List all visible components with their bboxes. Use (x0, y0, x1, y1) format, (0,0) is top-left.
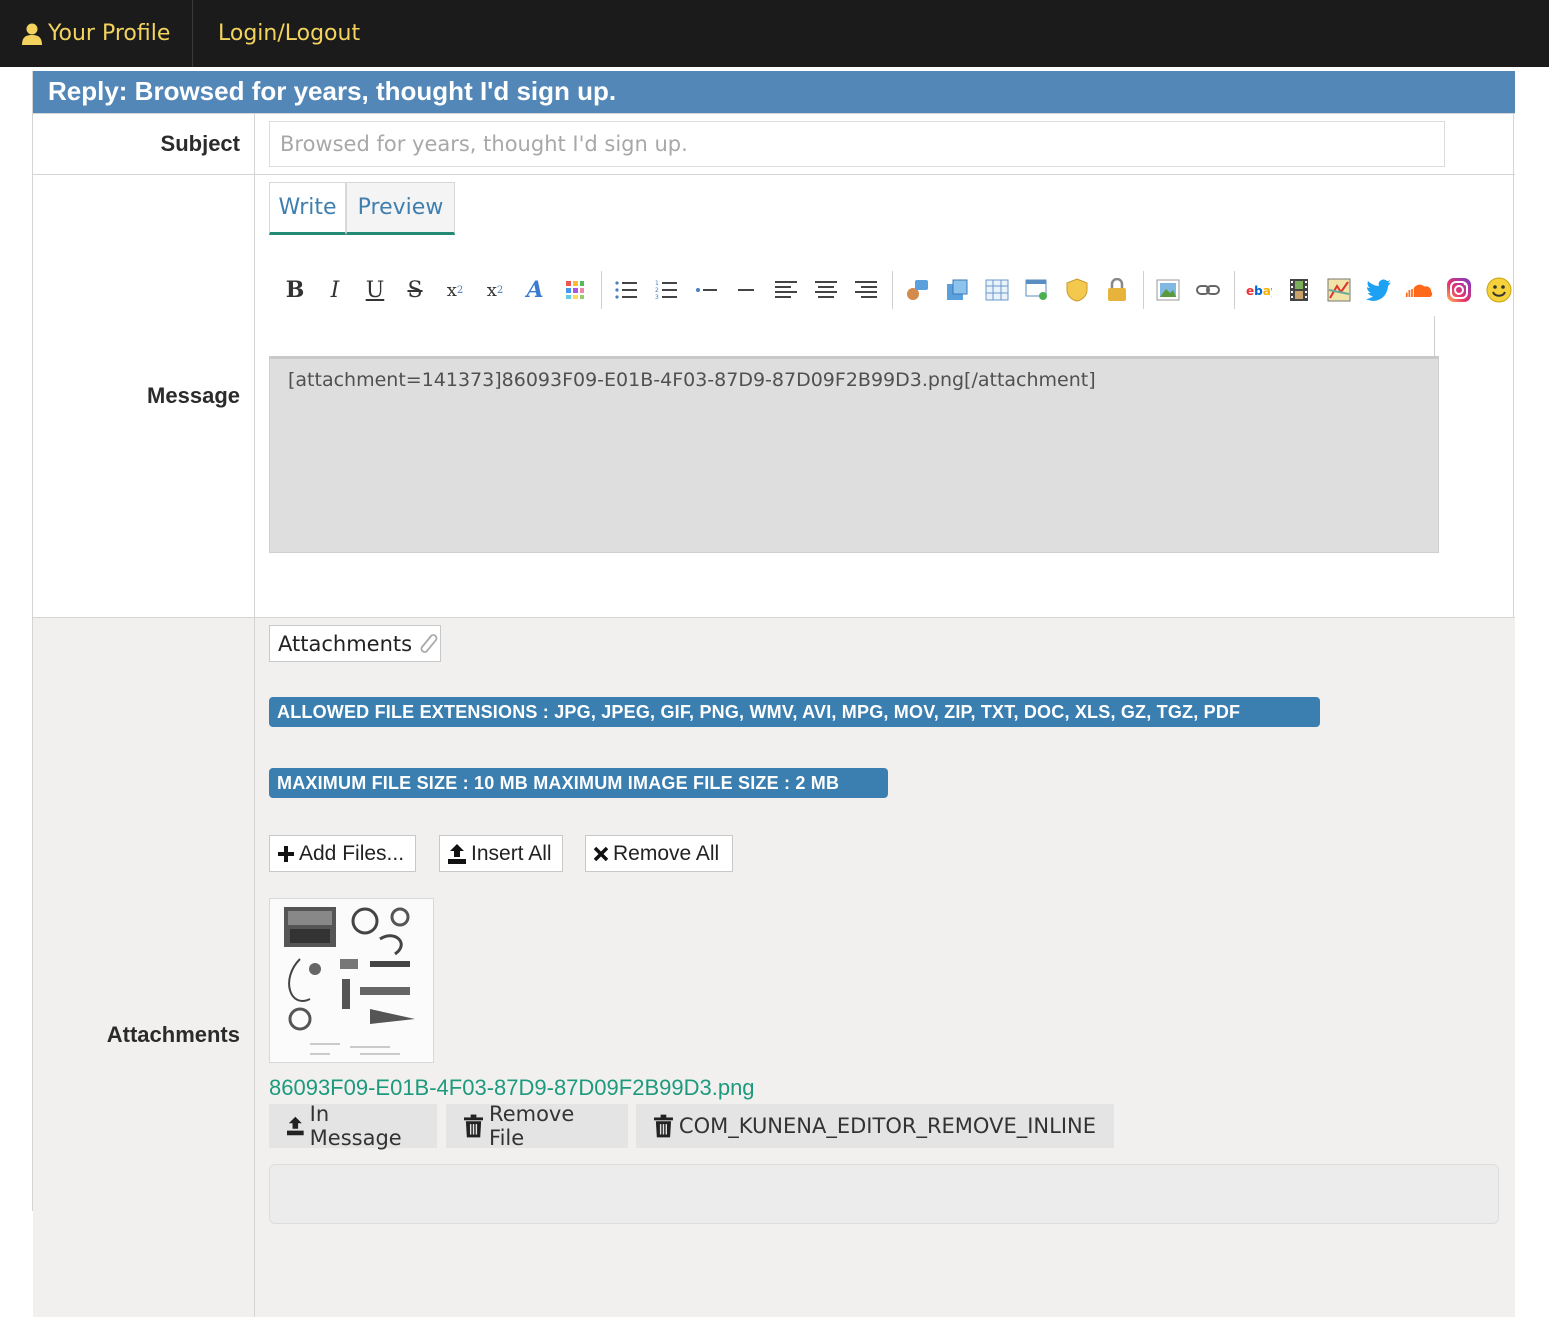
toolbar-separator (1234, 271, 1235, 309)
remove-file-label: Remove File (489, 1102, 575, 1150)
attachments-toggle-label: Attachments (278, 631, 413, 656)
upload-icon (287, 1116, 304, 1136)
video-icon[interactable] (1285, 276, 1313, 304)
allowed-extensions-badge: ALLOWED FILE EXTENSIONS : JPG, JPEG, GIF… (269, 697, 1320, 727)
nav-divider (192, 0, 193, 67)
bold-icon[interactable]: B (281, 276, 309, 304)
twitter-icon[interactable] (1365, 276, 1393, 304)
list-item-icon[interactable] (692, 276, 720, 304)
remove-inline-button[interactable]: COM_KUNENA_EDITOR_REMOVE_INLINE (636, 1104, 1114, 1148)
subject-row: Subject Browsed for years, thought I'd s… (33, 113, 1515, 174)
image-icon[interactable] (1154, 276, 1182, 304)
paperclip-icon (420, 633, 438, 653)
align-center-icon[interactable] (812, 276, 840, 304)
nav-your-profile-label: Your Profile (48, 21, 171, 46)
svg-text:ebay: ebay (1246, 284, 1272, 298)
subscript-icon[interactable]: x2 (441, 276, 469, 304)
toolbar-separator (601, 271, 602, 309)
align-left-icon[interactable] (772, 276, 800, 304)
page-title: Reply: Browsed for years, thought I'd si… (33, 71, 1515, 113)
attachments-row: Attachments Attachments ALLOWED FILE EXT… (33, 617, 1515, 1317)
confidential-icon[interactable] (1063, 276, 1091, 304)
quote-icon[interactable] (903, 276, 931, 304)
svg-text:3: 3 (655, 294, 659, 300)
tab-write[interactable]: Write (269, 182, 346, 235)
underline-icon[interactable]: U (361, 276, 389, 304)
attachment-file-link[interactable]: 86093F09-E01B-4F03-87D9-87D09F2B99D3.png (269, 1075, 755, 1101)
attachment-caption-area[interactable] (269, 1164, 1499, 1224)
ebay-icon[interactable]: ebay (1245, 276, 1273, 304)
upload-icon (448, 843, 466, 864)
emoticon-icon[interactable] (1485, 276, 1513, 304)
nav-login-logout[interactable]: Login/Logout (218, 0, 360, 67)
reply-form: Reply: Browsed for years, thought I'd si… (32, 71, 1515, 1317)
toolbar-divider (1434, 316, 1435, 356)
italic-icon[interactable]: I (321, 276, 349, 304)
instagram-icon[interactable] (1445, 276, 1473, 304)
lock-icon[interactable] (1103, 276, 1131, 304)
superscript-icon[interactable]: x2 (481, 276, 509, 304)
font-size-icon[interactable]: A (521, 276, 549, 304)
in-message-button[interactable]: In Message (269, 1102, 437, 1150)
attachments-label: Attachments (33, 618, 255, 1317)
remove-inline-label: COM_KUNENA_EDITOR_REMOVE_INLINE (678, 1114, 1096, 1138)
nav-your-profile[interactable]: Your Profile (22, 0, 170, 67)
soundcloud-icon[interactable] (1405, 276, 1433, 304)
message-label: Message (33, 175, 255, 617)
add-files-button[interactable]: Add Files... (269, 835, 416, 872)
table-icon[interactable] (983, 276, 1011, 304)
insert-all-label: Insert All (471, 841, 552, 865)
message-editor[interactable]: [attachment=141373]86093F09-E01B-4F03-87… (269, 356, 1439, 553)
in-message-label: In Message (309, 1102, 402, 1150)
toolbar-separator (892, 271, 893, 309)
link-icon[interactable] (1194, 276, 1222, 304)
trash-icon (464, 1114, 484, 1138)
attachment-thumbnail[interactable] (269, 898, 434, 1063)
horizontal-rule-icon[interactable] (732, 276, 760, 304)
max-file-size-badge: MAXIMUM FILE SIZE : 10 MB MAXIMUM IMAGE … (269, 768, 888, 798)
nav-login-logout-label: Login/Logout (218, 21, 361, 46)
close-icon (594, 846, 608, 861)
remove-file-button[interactable]: Remove File (446, 1102, 628, 1150)
hide-icon[interactable] (1023, 276, 1051, 304)
toolbar-separator (1143, 271, 1144, 309)
add-files-label: Add Files... (299, 841, 405, 865)
user-icon (22, 23, 42, 45)
trash-icon (654, 1114, 673, 1138)
subject-input[interactable]: Browsed for years, thought I'd sign up. (269, 121, 1445, 167)
svg-text:1: 1 (655, 280, 659, 287)
ordered-list-icon[interactable]: 123 (652, 276, 680, 304)
color-palette-icon[interactable] (561, 276, 589, 304)
subject-label: Subject (33, 114, 255, 174)
top-navbar: Your Profile Login/Logout (0, 0, 1549, 67)
map-icon[interactable] (1325, 276, 1353, 304)
strikethrough-icon[interactable]: S (401, 276, 429, 304)
insert-all-button[interactable]: Insert All (439, 835, 563, 872)
plus-icon (278, 845, 294, 862)
align-right-icon[interactable] (852, 276, 880, 304)
editor-toolbar: B I U S x2 x2 A 123 eba (281, 270, 1525, 310)
remove-all-button[interactable]: Remove All (585, 835, 733, 872)
svg-text:2: 2 (655, 287, 659, 294)
tab-preview[interactable]: Preview (346, 182, 455, 235)
code-icon[interactable] (943, 276, 971, 304)
message-row: Message Write Preview B I U S x2 x2 A 1 … (33, 174, 1515, 617)
remove-all-label: Remove All (613, 841, 720, 865)
attachments-toggle-button[interactable]: Attachments (269, 625, 441, 662)
unordered-list-icon[interactable] (612, 276, 640, 304)
